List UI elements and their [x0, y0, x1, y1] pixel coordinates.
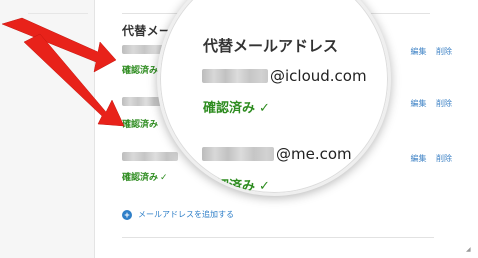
delete-link[interactable]: 削除	[436, 99, 452, 108]
red-arrow-icon	[1, 17, 125, 127]
resize-handle-icon: ◢	[466, 247, 471, 253]
magnifier-lens: 代替メールアドレス @icloud.com 確認済み ✓ @me.com 確認済み…	[157, 0, 391, 196]
check-icon: ✓	[259, 179, 270, 194]
add-email-button[interactable]: + メールアドレスを追加する	[122, 209, 234, 220]
delete-link[interactable]: 削除	[436, 154, 452, 163]
magnifier-callout: 代替メールアドレス @icloud.com 確認済み ✓ @me.com 確認済み…	[157, 0, 391, 196]
check-icon: ✓	[259, 101, 270, 116]
redacted-email	[202, 147, 274, 161]
verified-label: 確認済み	[203, 179, 256, 194]
magnified-email: @me.com	[202, 145, 352, 163]
row-actions: 編集 削除	[403, 153, 452, 164]
edit-link[interactable]: 編集	[410, 99, 426, 108]
verified-label: 確認済み	[122, 173, 159, 183]
plus-circle-icon: +	[122, 209, 132, 220]
magnified-section-title: 代替メールアドレス	[203, 37, 339, 55]
email-domain: @me.com	[276, 145, 352, 163]
row-actions: 編集 削除	[403, 98, 452, 109]
edit-link[interactable]: 編集	[410, 47, 426, 56]
redacted-email	[202, 69, 268, 83]
add-email-label: メールアドレスを追加する	[138, 210, 234, 219]
magnified-email: @icloud.com	[202, 67, 367, 85]
divider	[122, 237, 434, 238]
row-actions: 編集 削除	[403, 46, 452, 57]
magnified-verified-status: 確認済み ✓	[203, 97, 270, 116]
delete-link[interactable]: 削除	[436, 47, 452, 56]
edit-link[interactable]: 編集	[410, 154, 426, 163]
email-domain: @icloud.com	[270, 67, 367, 85]
verified-label: 確認済み	[203, 101, 256, 116]
magnified-verified-status: 確認済み ✓	[203, 175, 270, 194]
